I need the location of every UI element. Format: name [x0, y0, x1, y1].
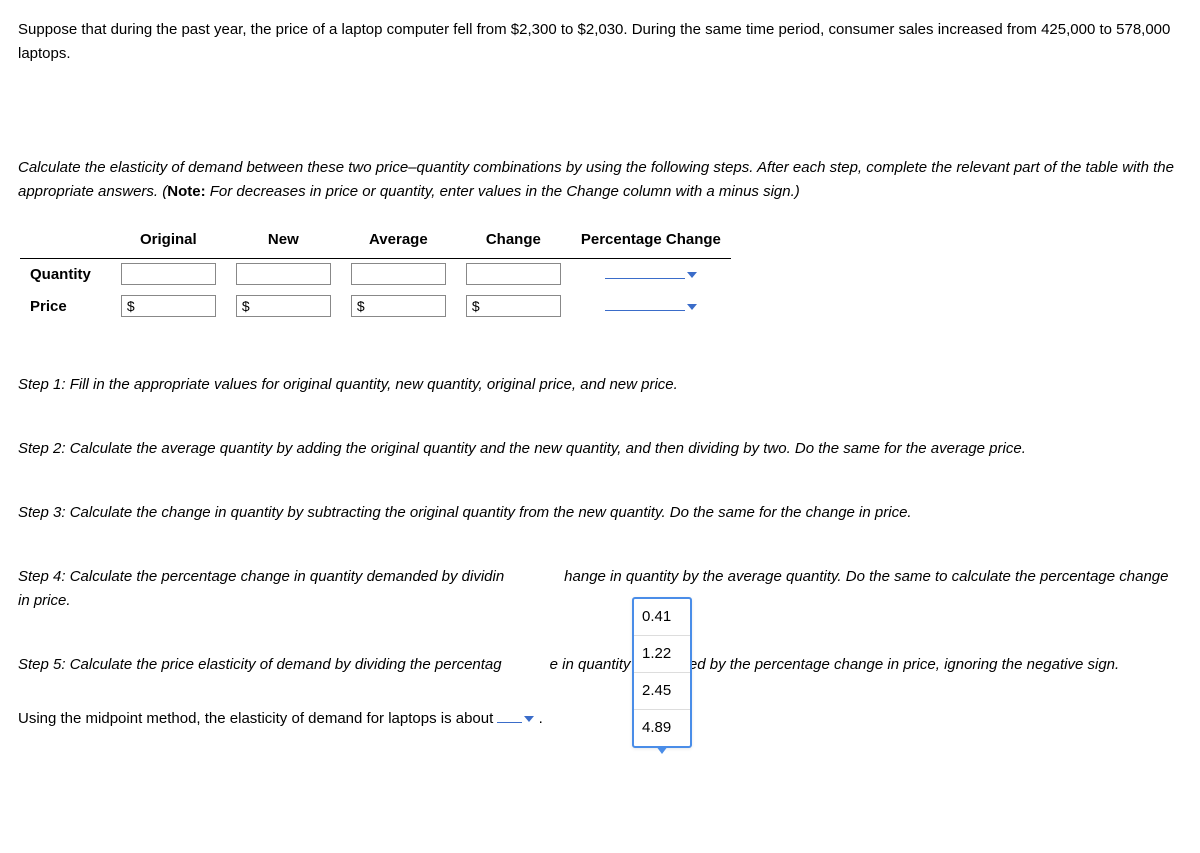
dropdown-option[interactable]: 1.22 [634, 636, 690, 673]
instruction-part2: For decreases in price or quantity, ente… [206, 183, 800, 200]
header-percentage-change: Percentage Change [571, 222, 731, 259]
price-average-input[interactable]: $ [351, 295, 446, 317]
step-2: Step 2: Calculate the average quantity b… [18, 437, 1182, 461]
final-text: Using the midpoint method, the elasticit… [18, 710, 493, 727]
header-average: Average [341, 222, 456, 259]
final-period: . [539, 710, 543, 727]
dropdown-option[interactable]: 2.45 [634, 673, 690, 710]
quantity-new-input[interactable] [236, 263, 331, 285]
caret-down-icon [687, 304, 697, 310]
price-change-input[interactable]: $ [466, 295, 561, 317]
final-sentence: Using the midpoint method, the elasticit… [18, 707, 1182, 731]
step-4: Step 4: Calculate the percentage change … [18, 565, 1182, 613]
price-original-input[interactable]: $ [121, 295, 216, 317]
caret-down-icon [524, 716, 534, 722]
step-3: Step 3: Calculate the change in quantity… [18, 501, 1182, 525]
dropdown-option[interactable]: 4.89 [634, 710, 690, 746]
step4-a: Step 4: Calculate the percentage change … [18, 568, 504, 585]
header-original: Original [111, 222, 226, 259]
final-answer-dropdown[interactable] [497, 707, 534, 731]
instruction: Calculate the elasticity of demand betwe… [18, 156, 1182, 204]
header-new: New [226, 222, 341, 259]
elasticity-table: Original New Average Change Percentage C… [20, 222, 731, 323]
step-5: Step 5: Calculate the price elasticity o… [18, 653, 1182, 677]
quantity-change-input[interactable] [466, 263, 561, 285]
label-price: Price [20, 291, 111, 323]
label-quantity: Quantity [20, 259, 111, 292]
row-quantity: Quantity [20, 259, 731, 292]
elasticity-dropdown-popup[interactable]: 0.41 1.22 2.45 4.89 [632, 597, 692, 748]
row-price: Price $ $ $ $ [20, 291, 731, 323]
price-pct-change-dropdown[interactable] [605, 295, 697, 319]
quantity-original-input[interactable] [121, 263, 216, 285]
step5-a: Step 5: Calculate the price elasticity o… [18, 656, 502, 673]
header-blank [20, 222, 111, 259]
dropdown-option[interactable]: 0.41 [634, 599, 690, 636]
header-change: Change [456, 222, 571, 259]
note-label: Note: [167, 183, 205, 200]
problem-intro: Suppose that during the past year, the p… [18, 18, 1182, 66]
quantity-pct-change-dropdown[interactable] [605, 263, 697, 287]
caret-down-icon [687, 272, 697, 278]
quantity-average-input[interactable] [351, 263, 446, 285]
step-1: Step 1: Fill in the appropriate values f… [18, 373, 1182, 397]
price-new-input[interactable]: $ [236, 295, 331, 317]
